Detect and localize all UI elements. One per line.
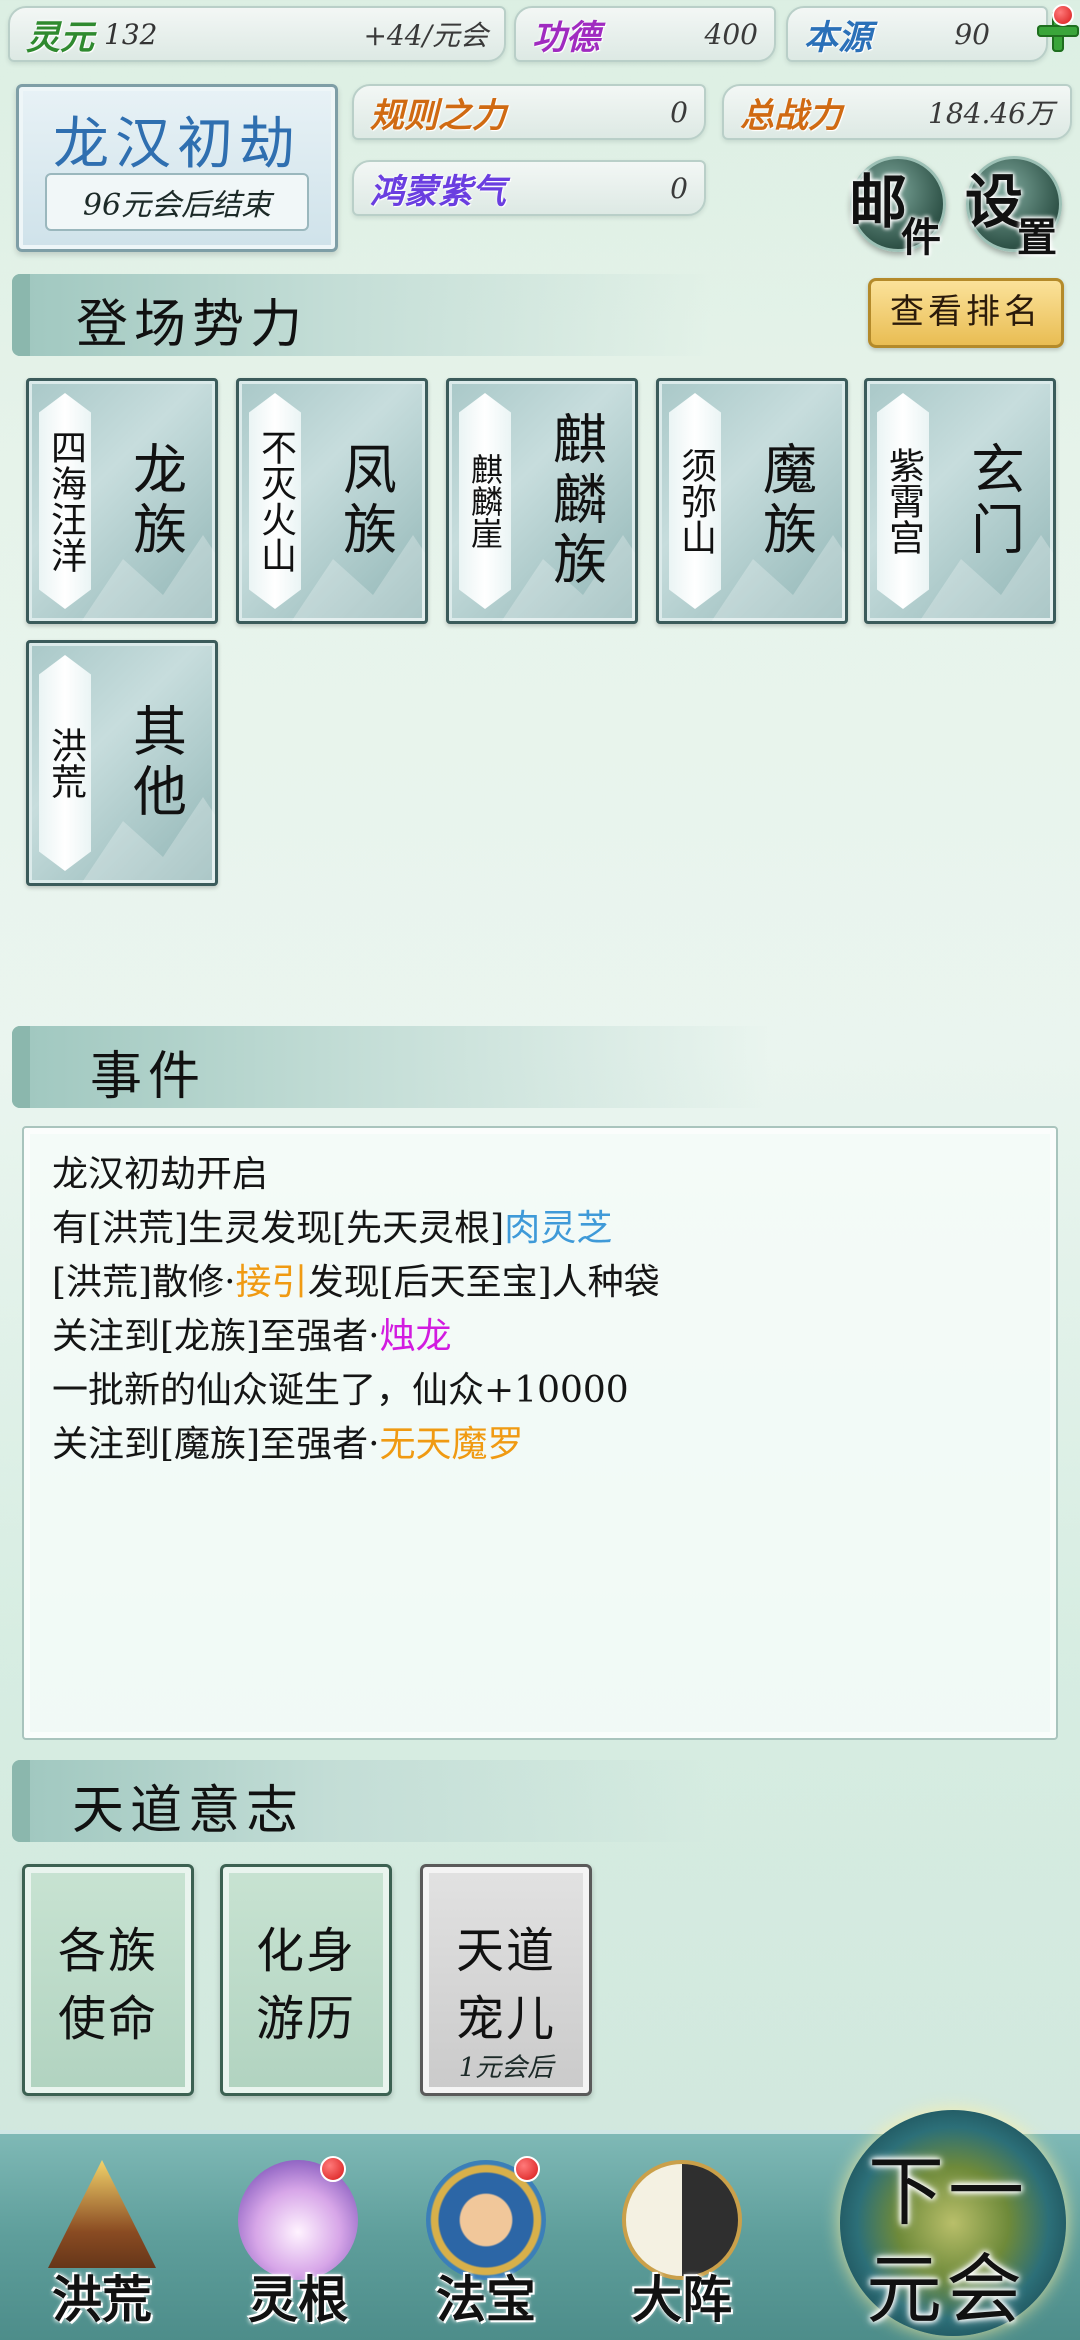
factions-section-title: 登场势力: [76, 295, 309, 355]
era-title: 龙汉初劫: [53, 112, 301, 177]
nav-honghuang[interactable]: 洪荒: [12, 2140, 192, 2340]
event-text: 关注到[魔族]至强者·: [52, 1424, 380, 1465]
hongmeng-value: 0: [670, 171, 688, 205]
faction-card[interactable]: 洪荒 其他: [26, 640, 218, 886]
faction-location: 须弥山: [669, 393, 721, 609]
era-card[interactable]: 龙汉初劫 96元会后结束: [16, 84, 338, 252]
will-card-line-2: 使命: [57, 1991, 158, 2047]
lingyuan-label: 灵元: [26, 17, 94, 58]
event-text: [洪荒]散修·: [52, 1262, 236, 1303]
notification-dot: [320, 2156, 346, 2182]
event-line: 关注到[龙族]至强者·烛龙: [52, 1310, 1028, 1364]
faction-name: 其他: [123, 703, 187, 823]
nav-dazhen[interactable]: 大阵: [592, 2140, 772, 2340]
faction-name: 麒麟族: [543, 411, 607, 591]
lingyuan-rate: +44/元会: [363, 19, 488, 52]
will-card-avatar-travel[interactable]: 化身 游历: [220, 1864, 392, 2096]
faction-name: 玄门: [961, 441, 1025, 561]
gongde-value: 400: [704, 17, 758, 51]
faction-location: 紫霄宫: [877, 393, 929, 609]
event-line: 关注到[魔族]至强者·无天魔罗: [52, 1418, 1028, 1472]
notification-dot: [1052, 4, 1074, 26]
will-section-header: 天道意志: [12, 1760, 712, 1842]
nav-label: 大阵: [632, 2270, 732, 2329]
event-line: 有[洪荒]生灵发现[先天灵根]肉灵芝: [52, 1202, 1028, 1256]
event-line: 龙汉初劫开启: [52, 1148, 1028, 1202]
view-ranking-button[interactable]: 查看排名: [868, 278, 1064, 348]
settings-char-2: 置: [1017, 214, 1057, 261]
faction-location: 洪荒: [39, 655, 91, 871]
next-era-line-2: 元会: [866, 2245, 1026, 2334]
event-highlight: 肉灵芝: [504, 1208, 613, 1249]
faction-name: 龙族: [123, 441, 187, 561]
gongde-pill: 功德 400: [514, 6, 776, 62]
faction-card[interactable]: 麒麟崖 麒麟族: [446, 378, 638, 624]
will-card-line-1: 各族: [57, 1923, 158, 1979]
nav-linggen[interactable]: 灵根: [208, 2140, 388, 2340]
hongmeng-label: 鸿蒙紫气: [370, 171, 506, 212]
guize-pill: 规则之力 0: [352, 84, 706, 140]
event-line: [洪荒]散修·接引发现[后天至宝]人种袋: [52, 1256, 1028, 1310]
event-log[interactable]: 龙汉初劫开启 有[洪荒]生灵发现[先天灵根]肉灵芝 [洪荒]散修·接引发现[后天至宝…: [22, 1126, 1058, 1740]
event-text: 龙汉初劫开启: [52, 1154, 269, 1195]
events-section-title: 事件: [90, 1047, 207, 1107]
faction-location: 麒麟崖: [459, 393, 511, 609]
event-text: 一批新的仙众诞生了，仙众+10000: [52, 1370, 629, 1411]
guize-value: 0: [670, 95, 688, 129]
gongde-label: 功德: [532, 17, 600, 58]
will-card-cooldown: 1元会后: [458, 2053, 554, 2083]
nav-label: 法宝: [436, 2270, 536, 2329]
will-card-mission[interactable]: 各族 使命: [22, 1864, 194, 2096]
add-benyuan-button[interactable]: [1000, 4, 1079, 64]
will-card-line-1: 化身: [255, 1923, 356, 1979]
event-highlight: 接引: [235, 1262, 308, 1303]
lingyuan-pill: 灵元 132 +44/元会: [8, 6, 506, 62]
will-card-line-1: 天道: [455, 1923, 556, 1979]
lingyuan-value: 132: [104, 17, 158, 51]
event-text: 有[洪荒]生灵发现[先天灵根]: [52, 1208, 505, 1249]
faction-name: 魔族: [753, 441, 817, 561]
mail-char-1: 邮: [849, 168, 908, 236]
nav-fabao[interactable]: 法宝: [396, 2140, 576, 2340]
zhanli-label: 总战力: [740, 95, 842, 136]
faction-location: 四海汪洋: [39, 393, 91, 609]
era-countdown: 96元会后结束: [45, 173, 309, 231]
factions-section-header: 登场势力: [12, 274, 712, 356]
faction-card[interactable]: 须弥山 魔族: [656, 378, 848, 624]
settings-char-1: 设: [965, 168, 1024, 236]
next-era-line-1: 下一: [868, 2147, 1028, 2236]
event-highlight: 烛龙: [379, 1316, 452, 1357]
zhanli-pill: 总战力 184.46万: [722, 84, 1072, 140]
guize-label: 规则之力: [370, 95, 506, 136]
nav-label: 灵根: [248, 2270, 348, 2329]
benyuan-label: 本源: [804, 17, 872, 58]
settings-button[interactable]: 设 置: [965, 156, 1062, 261]
event-highlight: 无天魔罗: [379, 1424, 524, 1465]
benyuan-value: 90: [954, 17, 990, 51]
will-card-line-2: 游历: [255, 1991, 356, 2047]
faction-location: 不灭火山: [249, 393, 301, 609]
faction-card[interactable]: 四海汪洋 龙族: [26, 378, 218, 624]
faction-card[interactable]: 不灭火山 凤族: [236, 378, 428, 624]
notification-dot: [514, 2156, 540, 2182]
events-section-header: 事件: [12, 1026, 772, 1108]
faction-name: 凤族: [333, 441, 397, 561]
will-card-favored[interactable]: 天道 宠儿 1元会后: [420, 1864, 592, 2096]
event-text: 关注到[龙族]至强者·: [52, 1316, 380, 1357]
event-text: 发现[后天至宝]人种袋: [307, 1262, 660, 1303]
hongmeng-pill: 鸿蒙紫气 0: [352, 160, 706, 216]
mail-button[interactable]: 邮 件: [849, 156, 946, 261]
mail-char-2: 件: [901, 214, 941, 261]
next-era-button[interactable]: 下一 元会: [840, 2110, 1066, 2336]
event-line: 一批新的仙众诞生了，仙众+10000: [52, 1364, 1028, 1418]
nav-label: 洪荒: [52, 2270, 152, 2329]
faction-card[interactable]: 紫霄宫 玄门: [864, 378, 1056, 624]
zhanli-value: 184.46万: [928, 97, 1054, 130]
will-section-title: 天道意志: [72, 1781, 305, 1841]
will-card-line-2: 宠儿: [455, 1991, 556, 2047]
